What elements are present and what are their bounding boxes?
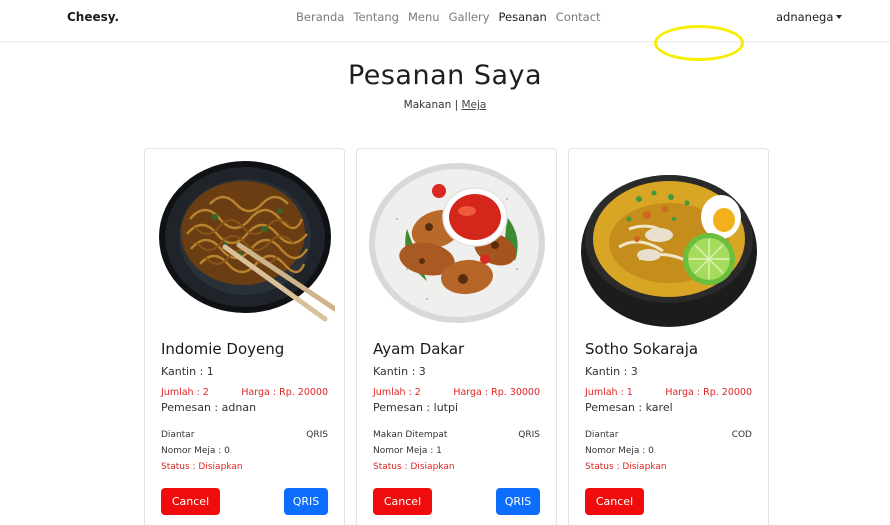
- sub-separator: |: [451, 99, 462, 111]
- cancel-button[interactable]: Cancel: [373, 488, 432, 515]
- soup-image: [581, 175, 757, 327]
- order-jumlah: Jumlah : 2: [161, 387, 209, 398]
- order-kantin: Kantin : 3: [373, 365, 426, 378]
- order-meja: Nomor Meja : 0: [161, 446, 230, 456]
- qris-button[interactable]: QRIS: [496, 488, 540, 515]
- order-jumlah: Jumlah : 2: [373, 387, 421, 398]
- order-mode: Makan Ditempat: [373, 430, 448, 440]
- noodles-image: [159, 161, 335, 322]
- order-qty-price: Jumlah : 1 Harga : Rp. 20000: [585, 387, 752, 398]
- order-qty-price: Jumlah : 2 Harga : Rp. 30000: [373, 387, 540, 398]
- order-type-switch: Makanan | Meja: [0, 99, 890, 111]
- order-kantin: Kantin : 1: [161, 365, 214, 378]
- cancel-button[interactable]: Cancel: [585, 488, 644, 515]
- order-title: Ayam Dakar: [373, 340, 465, 358]
- order-harga: Harga : Rp. 20000: [665, 387, 752, 398]
- nav-link-tentang[interactable]: Tentang: [353, 10, 399, 24]
- page-title: Pesanan Saya: [347, 60, 543, 91]
- order-payment-method: QRIS: [518, 430, 540, 440]
- order-title: Sotho Sokaraja: [585, 340, 699, 358]
- nav-link-pesanan[interactable]: Pesanan: [499, 10, 547, 24]
- order-harga: Harga : Rp. 30000: [453, 387, 540, 398]
- order-payment-method: QRIS: [306, 430, 328, 440]
- chicken-image: [369, 163, 545, 323]
- brand-logo[interactable]: Cheesy.: [67, 10, 119, 24]
- nav-link-contact[interactable]: Contact: [556, 10, 601, 24]
- order-status: Status : Disiapkan: [585, 462, 667, 472]
- nav-link-gallery[interactable]: Gallery: [449, 10, 490, 24]
- order-meja: Nomor Meja : 1: [373, 446, 442, 456]
- order-status: Status : Disiapkan: [161, 462, 243, 472]
- qris-button[interactable]: QRIS: [284, 488, 328, 515]
- user-name: adnanega: [776, 10, 834, 24]
- order-delivery-row: Diantar COD: [585, 430, 752, 440]
- order-payment-method: COD: [731, 430, 752, 440]
- sub-link-meja[interactable]: Meja: [461, 99, 486, 111]
- navbar: Cheesy. Beranda Tentang Menu Gallery Pes…: [0, 0, 890, 42]
- order-pemesan: Pemesan : karel: [585, 401, 673, 414]
- order-qty-price: Jumlah : 2 Harga : Rp. 20000: [161, 387, 328, 398]
- user-menu-dropdown[interactable]: adnanega: [776, 10, 843, 24]
- order-pemesan: Pemesan : adnan: [161, 401, 257, 414]
- order-meja: Nomor Meja : 0: [585, 446, 654, 456]
- caret-down-icon: [836, 15, 843, 19]
- order-card: Ayam Dakar Kantin : 3 Jumlah : 2 Harga :…: [356, 148, 557, 525]
- order-mode: Diantar: [161, 430, 195, 440]
- order-jumlah: Jumlah : 1: [585, 387, 633, 398]
- order-title: Indomie Doyeng: [161, 340, 285, 358]
- cancel-button[interactable]: Cancel: [161, 488, 220, 515]
- order-harga: Harga : Rp. 20000: [241, 387, 328, 398]
- sub-link-makanan[interactable]: Makanan: [404, 99, 452, 111]
- order-card: Sotho Sokaraja Kantin : 3 Jumlah : 1 Har…: [568, 148, 769, 525]
- order-kantin: Kantin : 3: [585, 365, 638, 378]
- order-status: Status : Disiapkan: [373, 462, 455, 472]
- nav-link-menu[interactable]: Menu: [408, 10, 440, 24]
- order-card: Indomie Doyeng Kantin : 1 Jumlah : 2 Har…: [144, 148, 345, 525]
- order-mode: Diantar: [585, 430, 619, 440]
- nav-link-beranda[interactable]: Beranda: [296, 10, 344, 24]
- order-delivery-row: Diantar QRIS: [161, 430, 328, 440]
- nav-menu: Beranda Tentang Menu Gallery Pesanan Con…: [296, 10, 601, 24]
- annotation-circle: [654, 25, 744, 61]
- order-delivery-row: Makan Ditempat QRIS: [373, 430, 540, 440]
- order-pemesan: Pemesan : lutpi: [373, 401, 459, 414]
